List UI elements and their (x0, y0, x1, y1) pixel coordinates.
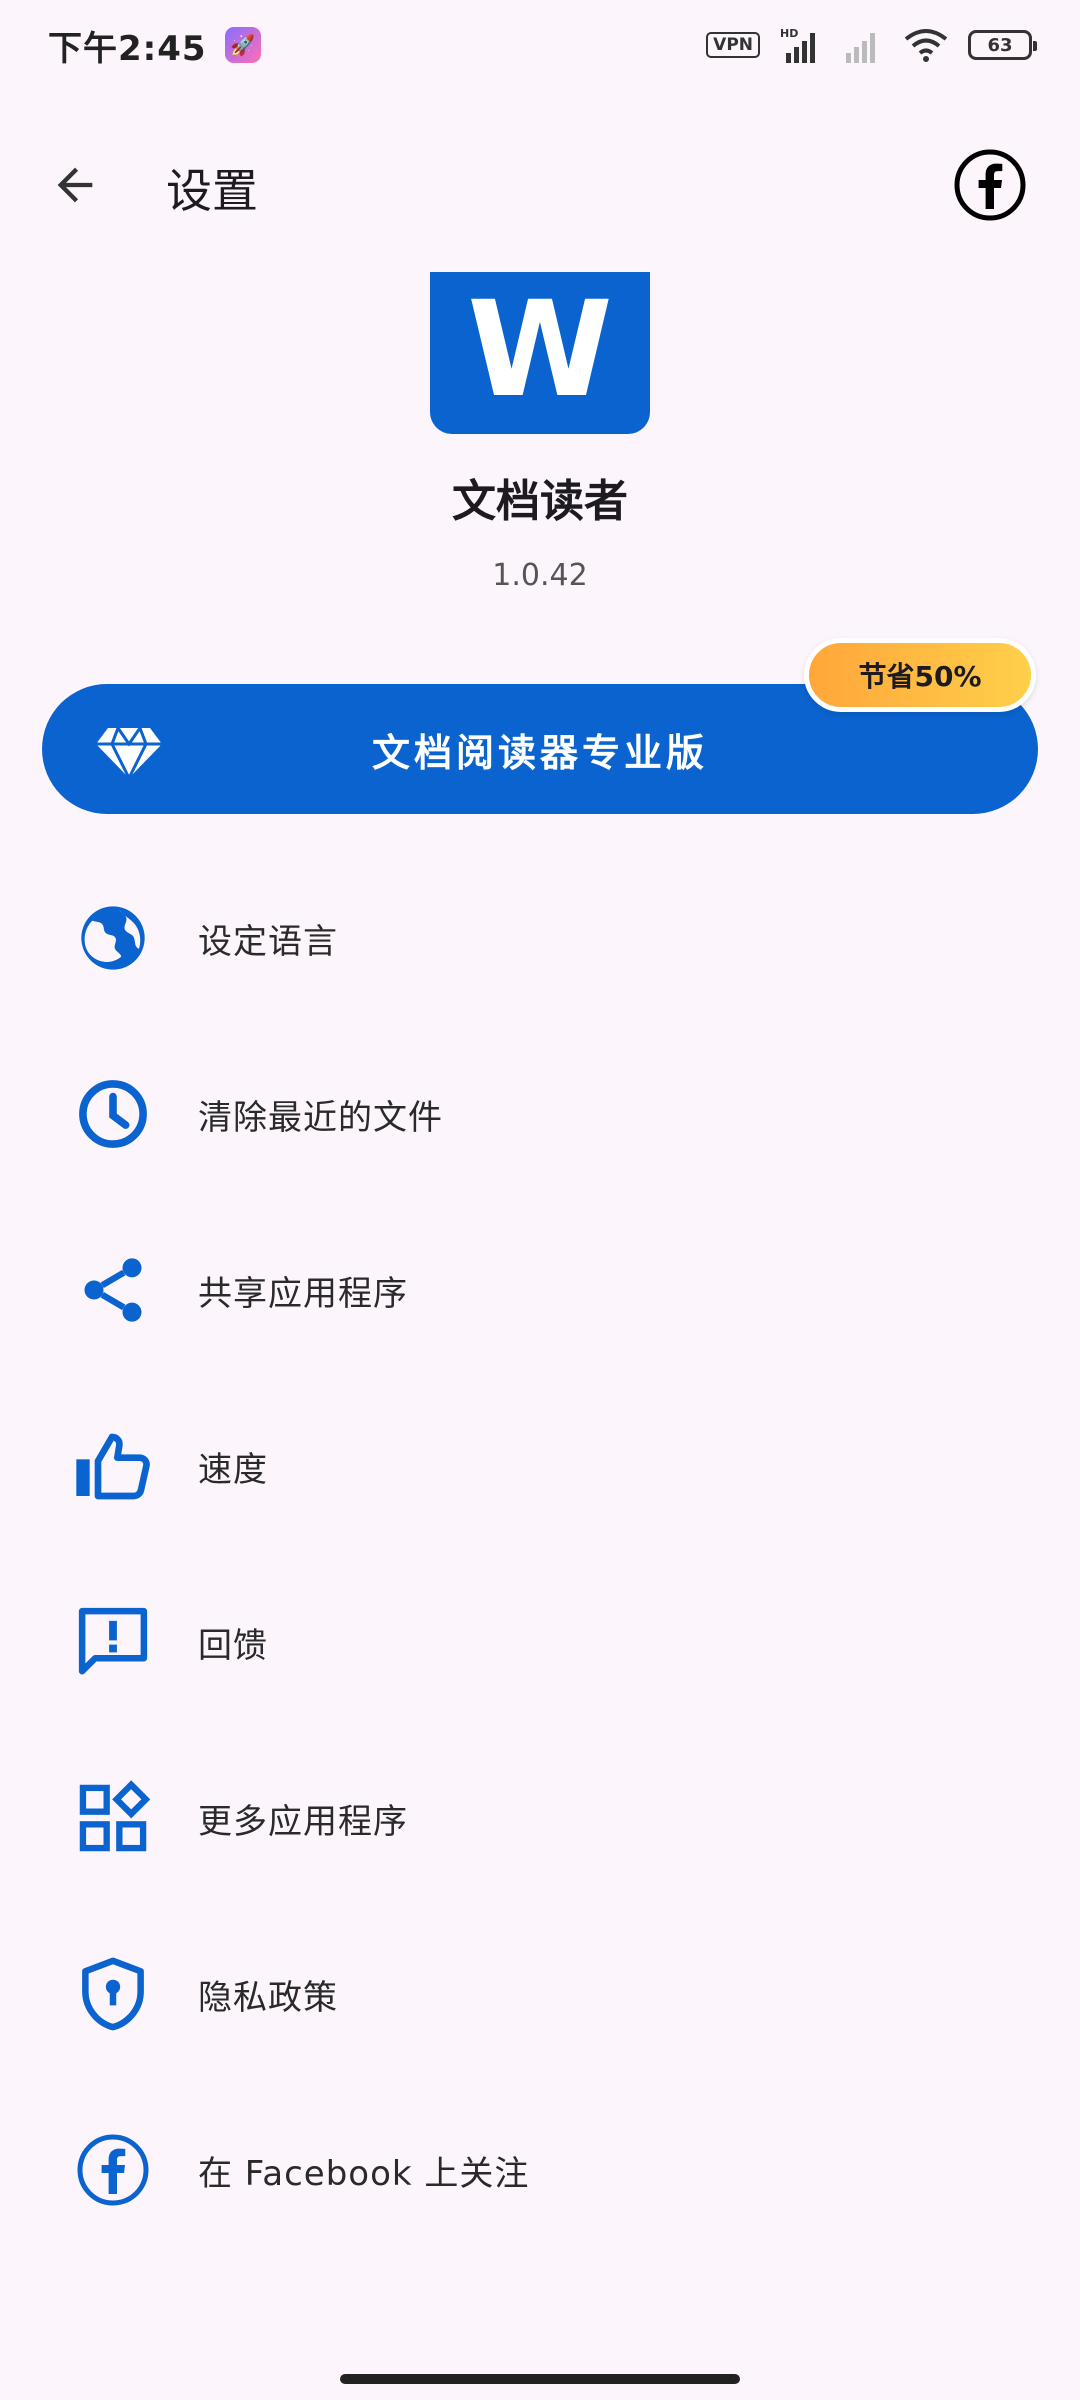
signal-hd-icon: HD (780, 27, 815, 63)
share-icon (70, 1247, 156, 1333)
facebook-icon (954, 149, 1026, 221)
apps-icon (70, 1775, 156, 1861)
menu-label: 回馈 (198, 1625, 268, 1666)
network-label: HD (780, 27, 798, 40)
app-bar: 设置 (0, 130, 1080, 240)
wifi-icon (904, 29, 948, 62)
facebook-icon (70, 2127, 156, 2213)
status-time: 下午2:45 (48, 28, 207, 69)
pro-label: 文档阅读器专业版 (371, 730, 708, 775)
menu-label: 在 Facebook 上关注 (198, 2153, 530, 2194)
app-version: 1.0.42 (492, 558, 588, 593)
home-indicator[interactable] (340, 2374, 740, 2384)
app-name: 文档读者 (452, 476, 628, 527)
status-bar: 下午2:45 🚀 VPN HD 63 (0, 0, 1080, 90)
back-button[interactable] (40, 150, 110, 220)
feedback-icon (70, 1599, 156, 1685)
discount-badge: 节省50% (804, 638, 1036, 712)
menu-label: 隐私政策 (198, 1977, 338, 2018)
menu-label: 清除最近的文件 (198, 1097, 443, 1138)
rocket-app-icon: 🚀 (224, 27, 261, 63)
clock-icon (70, 1071, 156, 1157)
menu-item-privacy-policy[interactable]: 隐私政策 (0, 1906, 1080, 2082)
globe-icon (70, 895, 156, 981)
menu-item-language[interactable]: 设定语言 (0, 850, 1080, 1026)
menu-label: 更多应用程序 (198, 1801, 408, 1842)
shield-icon (70, 1951, 156, 2037)
vpn-icon: VPN (706, 32, 760, 58)
menu-item-feedback[interactable]: 回馈 (0, 1554, 1080, 1730)
menu-label: 速度 (198, 1449, 268, 1490)
battery-icon: 63 (968, 30, 1037, 60)
arrow-back-icon (57, 167, 93, 203)
menu-item-more-apps[interactable]: 更多应用程序 (0, 1730, 1080, 1906)
logo-letter: W (470, 293, 610, 413)
menu-item-rate[interactable]: 速度 (0, 1378, 1080, 1554)
menu-label: 设定语言 (198, 921, 338, 962)
menu-label: 共享应用程序 (198, 1273, 408, 1314)
facebook-button[interactable] (950, 145, 1030, 225)
signal-weak-icon (846, 33, 875, 63)
menu-item-share-app[interactable]: 共享应用程序 (0, 1202, 1080, 1378)
status-left: 下午2:45 🚀 (48, 21, 261, 70)
page-title: 设置 (166, 164, 258, 218)
w-logo-icon: W (470, 293, 610, 413)
diamond-icon (96, 727, 162, 779)
thumbs-up-icon (70, 1423, 156, 1509)
menu-item-follow-facebook[interactable]: 在 Facebook 上关注 (0, 2082, 1080, 2258)
menu-item-clear-recent[interactable]: 清除最近的文件 (0, 1026, 1080, 1202)
status-right: VPN HD 63 (706, 27, 1037, 63)
app-logo: W (430, 272, 650, 434)
